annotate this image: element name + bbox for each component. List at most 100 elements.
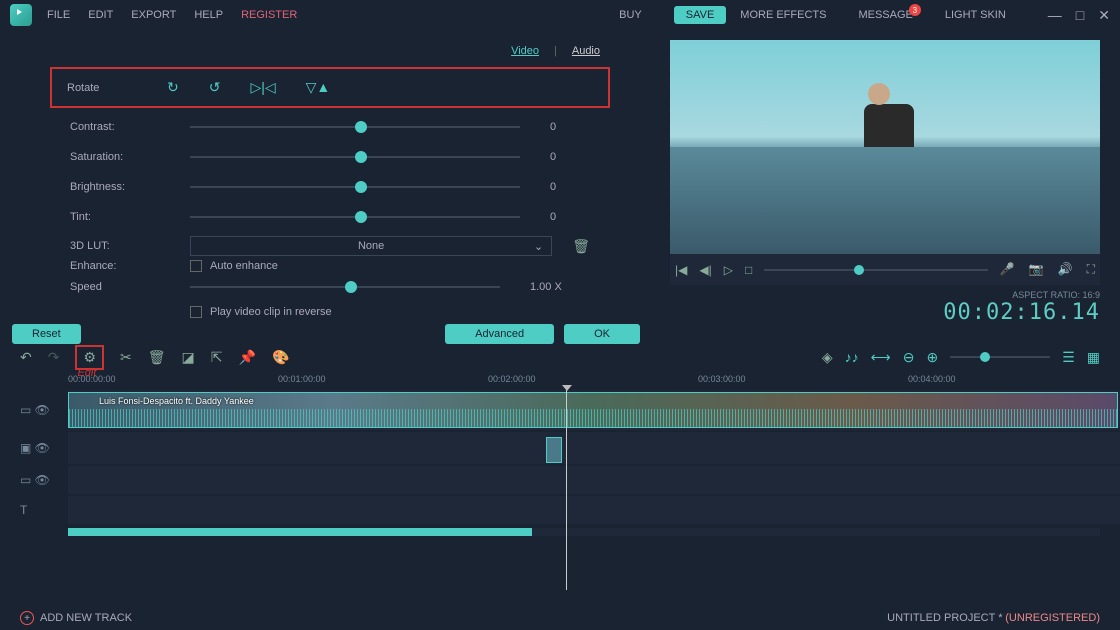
speed-value: 1.00 X bbox=[530, 281, 590, 293]
clip-label: Luis Fonsi-Despacito ft. Daddy Yankee bbox=[99, 396, 254, 406]
advanced-button[interactable]: Advanced bbox=[445, 324, 554, 344]
video-clip[interactable]: Luis Fonsi-Despacito ft. Daddy Yankee bbox=[68, 392, 1118, 428]
playhead[interactable] bbox=[566, 390, 567, 590]
menu-message[interactable]: MESSAGE3 bbox=[858, 9, 912, 21]
speed-slider[interactable] bbox=[190, 286, 500, 288]
contrast-slider[interactable] bbox=[190, 126, 520, 128]
timecode: 00:02:16.14 bbox=[670, 300, 1100, 325]
rotate-label: Rotate bbox=[67, 82, 167, 94]
rotate-section: Rotate ↻ ↺ ▷|◁ ▽▲ bbox=[50, 67, 610, 108]
menu-register[interactable]: REGISTER bbox=[241, 9, 297, 21]
delete-lut-icon[interactable]: 🗑 bbox=[572, 238, 590, 255]
menu-export[interactable]: EXPORT bbox=[131, 9, 176, 21]
auto-enhance-checkbox[interactable] bbox=[190, 260, 202, 272]
tab-separator: | bbox=[554, 45, 557, 57]
tint-label: Tint: bbox=[70, 211, 190, 223]
tab-video[interactable]: Video bbox=[511, 45, 539, 57]
video-track-head[interactable]: ▭ 👁 bbox=[20, 390, 68, 430]
prev-frame-icon[interactable]: ◀| bbox=[699, 263, 711, 277]
preview-video bbox=[670, 40, 1100, 254]
audio-track[interactable] bbox=[68, 466, 1120, 494]
maximize-button[interactable]: □ bbox=[1076, 7, 1084, 24]
flip-horizontal-icon[interactable]: ▷|◁ bbox=[250, 79, 275, 96]
project-status: UNTITLED PROJECT * (UNREGISTERED) bbox=[887, 612, 1100, 624]
overlay-clip[interactable] bbox=[546, 437, 562, 463]
delete-icon[interactable]: 🗑 bbox=[148, 349, 166, 366]
minimize-button[interactable]: — bbox=[1048, 7, 1062, 24]
zoom-out-icon[interactable]: ⊖ bbox=[903, 349, 915, 366]
crop-icon[interactable]: ◪ bbox=[182, 349, 195, 366]
rotate-cw-icon[interactable]: ↻ bbox=[167, 79, 179, 96]
menu-edit[interactable]: EDIT bbox=[88, 9, 113, 21]
rotate-ccw-icon[interactable]: ↺ bbox=[209, 79, 221, 96]
saturation-value: 0 bbox=[550, 151, 590, 163]
tint-slider[interactable] bbox=[190, 216, 520, 218]
saturation-label: Saturation: bbox=[70, 151, 190, 163]
brightness-label: Brightness: bbox=[70, 181, 190, 193]
menubar: FILE EDIT EXPORT HELP REGISTER BUY SAVE … bbox=[0, 0, 1120, 30]
fullscreen-icon[interactable]: ⛶ bbox=[1087, 262, 1095, 277]
edit-tool-button[interactable]: ⚙Edit bbox=[75, 345, 104, 370]
timeline-area: ↶ ↷ ⚙Edit ✂ 🗑 ◪ ⇱ 📌 🎨 ◈ ♪♪ ⟷ ⊖ ⊕ ☰ ▦ 00:… bbox=[0, 340, 1120, 596]
lut-select[interactable]: None bbox=[190, 236, 552, 256]
export-icon[interactable]: ⇱ bbox=[211, 349, 223, 366]
save-button[interactable]: SAVE bbox=[674, 6, 727, 24]
grid-view-icon[interactable]: ▦ bbox=[1087, 349, 1100, 366]
overlay-track[interactable] bbox=[68, 432, 1120, 464]
lut-label: 3D LUT: bbox=[70, 240, 190, 252]
player-controls: |◀ ◀| ▷ □ 🎤 📷 🔊 ⛶ bbox=[670, 254, 1100, 285]
reverse-checkbox[interactable] bbox=[190, 306, 202, 318]
saturation-slider[interactable] bbox=[190, 156, 520, 158]
color-icon[interactable]: 🎨 bbox=[272, 349, 289, 366]
text-track-head[interactable]: T bbox=[20, 496, 68, 524]
close-button[interactable]: ✕ bbox=[1098, 7, 1110, 24]
plus-icon: + bbox=[20, 611, 34, 625]
edit-panel: Video | Audio Rotate ↻ ↺ ▷|◁ ▽▲ Contrast… bbox=[0, 30, 660, 340]
menu-more-effects[interactable]: MORE EFFECTS bbox=[740, 9, 826, 21]
menu-file[interactable]: FILE bbox=[47, 9, 70, 21]
text-track[interactable] bbox=[68, 496, 1120, 524]
timeline-scrollbar[interactable] bbox=[68, 528, 1100, 536]
pin-icon[interactable]: 📌 bbox=[239, 349, 256, 366]
zoom-slider[interactable] bbox=[950, 356, 1050, 358]
split-icon[interactable]: ✂ bbox=[120, 349, 132, 366]
list-view-icon[interactable]: ☰ bbox=[1062, 349, 1075, 366]
add-track-button[interactable]: + ADD NEW TRACK bbox=[20, 611, 132, 625]
redo-icon[interactable]: ↷ bbox=[48, 349, 60, 366]
message-badge: 3 bbox=[909, 4, 921, 16]
overlay-track-head[interactable]: ▣ 👁 bbox=[20, 432, 68, 464]
flip-vertical-icon[interactable]: ▽▲ bbox=[306, 79, 331, 96]
enhance-label: Enhance: bbox=[70, 260, 190, 272]
snapshot-icon[interactable]: 📷 bbox=[1029, 262, 1044, 277]
footer: + ADD NEW TRACK UNTITLED PROJECT * (UNRE… bbox=[0, 606, 1120, 630]
aspect-ratio: ASPECT RATIO: 16:9 bbox=[670, 290, 1100, 300]
zoom-in-icon[interactable]: ⊕ bbox=[926, 349, 938, 366]
contrast-label: Contrast: bbox=[70, 121, 190, 133]
auto-enhance-label: Auto enhance bbox=[210, 260, 278, 272]
menu-light-skin[interactable]: LIGHT SKIN bbox=[945, 9, 1006, 21]
video-track[interactable]: Luis Fonsi-Despacito ft. Daddy Yankee bbox=[68, 390, 1120, 430]
volume-slider[interactable] bbox=[764, 269, 988, 271]
audio-icon[interactable]: ♪♪ bbox=[845, 349, 859, 365]
brightness-slider[interactable] bbox=[190, 186, 520, 188]
timeline-ruler[interactable]: 00:00:00:00 00:01:00:00 00:02:00:00 00:0… bbox=[68, 374, 1120, 390]
app-logo bbox=[10, 4, 32, 26]
speaker-icon[interactable]: 🔊 bbox=[1058, 262, 1073, 277]
menu-buy[interactable]: BUY bbox=[619, 9, 642, 21]
speed-label: Speed bbox=[70, 281, 190, 293]
goto-start-icon[interactable]: |◀ bbox=[675, 263, 687, 277]
undo-icon[interactable]: ↶ bbox=[20, 349, 32, 366]
tab-audio[interactable]: Audio bbox=[572, 45, 600, 57]
fit-icon[interactable]: ⟷ bbox=[871, 349, 891, 366]
reset-button[interactable]: Reset bbox=[12, 324, 81, 344]
reverse-label: Play video clip in reverse bbox=[210, 306, 332, 318]
ok-button[interactable]: OK bbox=[564, 324, 640, 344]
preview-panel: |◀ ◀| ▷ □ 🎤 📷 🔊 ⛶ ASPECT RATIO: 16:9 00:… bbox=[660, 30, 1120, 340]
marker-icon[interactable]: ◈ bbox=[822, 349, 833, 366]
mic-icon[interactable]: 🎤 bbox=[1000, 262, 1015, 277]
audio-track-head[interactable]: ▭ 👁 bbox=[20, 466, 68, 494]
play-icon[interactable]: ▷ bbox=[724, 263, 733, 277]
stop-icon[interactable]: □ bbox=[745, 263, 752, 277]
menu-help[interactable]: HELP bbox=[194, 9, 223, 21]
contrast-value: 0 bbox=[550, 121, 590, 133]
